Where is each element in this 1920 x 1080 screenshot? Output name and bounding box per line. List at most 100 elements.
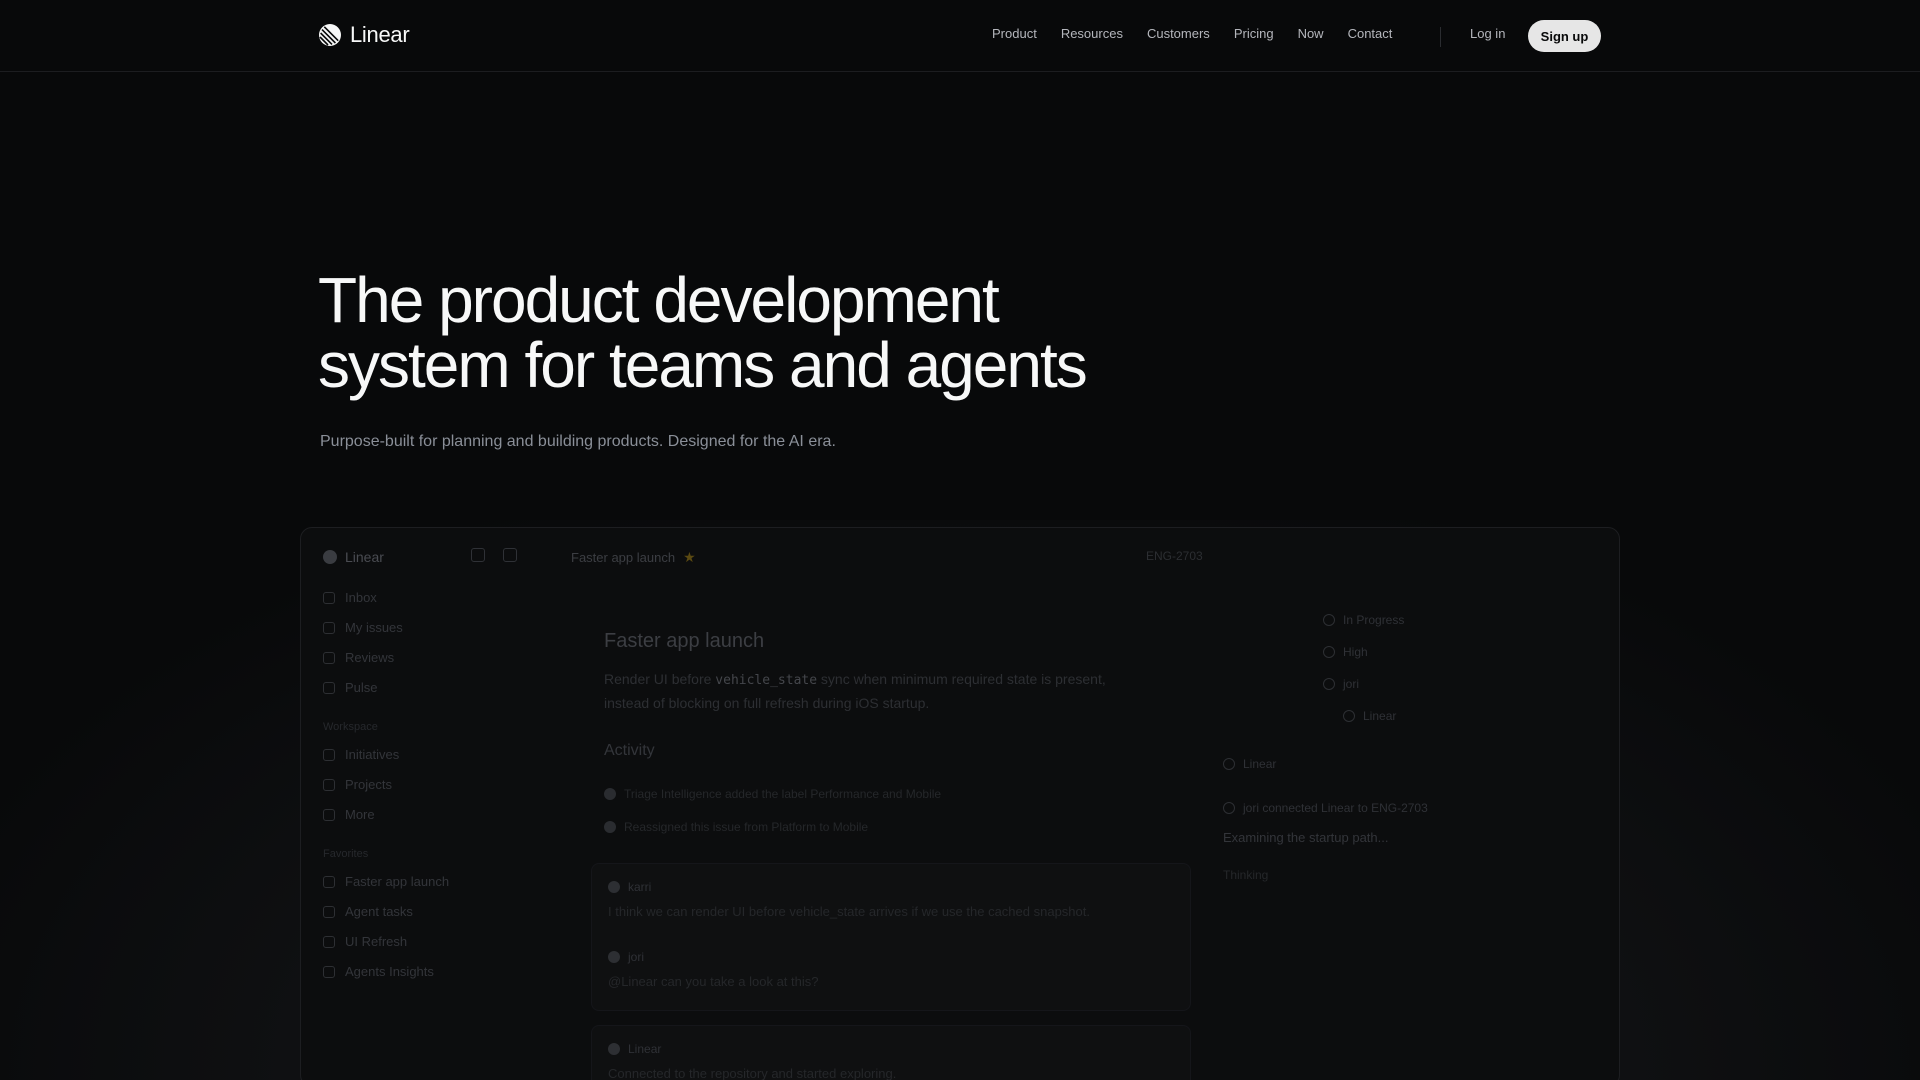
nav-resources[interactable]: Resources (1061, 26, 1123, 41)
workspace-switcher: Linear (323, 549, 384, 565)
agent-thinking: Thinking (1223, 868, 1269, 882)
sidebar-item-label: UI Refresh (345, 934, 408, 949)
issues-icon (323, 621, 335, 634)
sidebar-item-pulse: Pulse (323, 680, 378, 695)
avatar (1323, 678, 1335, 690)
issue-id: ENG-2703 (1146, 549, 1203, 563)
sidebar-item-label: More (345, 807, 375, 822)
pulse-icon (323, 681, 335, 694)
activity-line: Reassigned this issue from Platform to M… (604, 820, 868, 834)
comment-text: I think we can render UI before vehicle_… (608, 904, 1090, 919)
activity-heading: Activity (604, 742, 655, 759)
nav-now[interactable]: Now (1298, 26, 1324, 41)
avatar (604, 821, 616, 833)
search-icon (471, 548, 485, 562)
issue-tab: Faster app launch ★ (571, 549, 696, 566)
activity-line: Triage Intelligence added the label Perf… (604, 787, 941, 801)
sidebar-actions (471, 548, 517, 562)
sidebar-group-workspace: Workspace (323, 721, 378, 733)
comment-author: Linear (628, 1042, 662, 1056)
login-link[interactable]: Log in (1470, 26, 1505, 41)
agent-name: Linear (1243, 757, 1277, 771)
agent-icon (1223, 758, 1235, 770)
sidebar-favorite-agent-tasks: Agent tasks (323, 904, 413, 919)
sidebar-item-label: Projects (345, 777, 392, 792)
sidebar-favorite-agents-insights: Agents Insights (323, 964, 434, 979)
workspace-name: Linear (345, 549, 384, 565)
status-icon (1323, 614, 1335, 626)
property-value: High (1343, 645, 1368, 659)
comment-author: jori (628, 950, 645, 964)
nav-pricing[interactable]: Pricing (1234, 26, 1274, 41)
agent-connected-line: jori connected Linear to ENG-2703 (1223, 801, 1428, 815)
issue-view: Faster app launch ★ ENG-2703 Faster app … (541, 528, 1619, 1080)
agent-line-text: jori connected Linear to ENG-2703 (1243, 801, 1428, 815)
tab-title: Faster app launch (571, 550, 676, 565)
avatar (608, 881, 620, 893)
initiatives-icon (323, 748, 335, 761)
project-icon (323, 965, 335, 978)
desc-text: Render UI before (604, 671, 716, 687)
workspace-avatar (323, 550, 337, 564)
hero-title: The product development system for teams… (318, 264, 1088, 401)
priority-icon (1323, 646, 1335, 658)
app-preview: Linear Inbox My issues Reviews Pulse Wor… (300, 527, 1620, 1080)
sidebar-item-label: Pulse (345, 680, 378, 695)
sidebar-item-projects: Projects (323, 777, 392, 792)
signup-button[interactable]: Sign up (1528, 20, 1601, 52)
activity-text: Reassigned this issue from Platform to M… (624, 820, 869, 834)
sidebar-item-inbox: Inbox (323, 590, 377, 605)
sidebar-item-my-issues: My issues (323, 620, 403, 635)
reviews-icon (323, 651, 335, 664)
site-header: Linear Product Resources Customers Prici… (0, 0, 1920, 72)
avatar (1223, 802, 1235, 814)
nav-customers[interactable]: Customers (1147, 26, 1210, 41)
brand-logo[interactable]: Linear (318, 22, 410, 48)
comment-author-row: jori (608, 950, 644, 964)
nav-contact[interactable]: Contact (1348, 26, 1393, 41)
property-value: jori (1343, 677, 1360, 691)
more-icon (323, 808, 335, 821)
agent-header: Linear (1223, 757, 1276, 771)
property-value: In Progress (1343, 613, 1405, 627)
sidebar-group-favorites: Favorites (323, 848, 369, 860)
project-icon (323, 935, 335, 948)
sidebar-item-label: Inbox (345, 590, 377, 605)
comment-thread: karri I think we can render UI before ve… (591, 863, 1191, 1011)
issue-description: Render UI before vehicle_state sync when… (604, 668, 1144, 714)
nav-product[interactable]: Product (992, 26, 1037, 41)
brand-name: Linear (350, 22, 410, 47)
sidebar-item-label: Faster app launch (345, 874, 450, 889)
desc-code: vehicle_state (715, 673, 818, 688)
compose-icon (503, 548, 517, 562)
sidebar-item-label: Reviews (345, 650, 395, 665)
preview-sidebar: Linear Inbox My issues Reviews Pulse Wor… (301, 528, 541, 1080)
sidebar-item-label: Initiatives (345, 747, 400, 762)
avatar (604, 788, 616, 800)
nav-divider (1440, 27, 1441, 47)
comment-thread: Linear Connected to the repository and s… (591, 1025, 1191, 1080)
agent-status: Examining the startup path... (1223, 830, 1389, 845)
comment-text: Connected to the repository and started … (608, 1066, 897, 1080)
sidebar-item-reviews: Reviews (323, 650, 394, 665)
sidebar-item-initiatives: Initiatives (323, 747, 399, 762)
project-icon (323, 875, 335, 888)
avatar (608, 951, 620, 963)
activity-text: Triage Intelligence added the label Perf… (624, 787, 942, 801)
agent-icon (1343, 710, 1355, 722)
property-value: Linear (1363, 709, 1397, 723)
inbox-icon (323, 591, 335, 604)
sidebar-item-label: My issues (345, 620, 403, 635)
star-icon: ★ (683, 549, 696, 565)
hero-subtitle: Purpose-built for planning and building … (320, 433, 836, 450)
property-assignee: jori (1323, 677, 1359, 691)
comment-author-row: karri (608, 880, 651, 894)
sidebar-item-more: More (323, 807, 375, 822)
project-icon (323, 905, 335, 918)
issue-title: Faster app launch (604, 630, 765, 652)
comment-author: karri (628, 880, 652, 894)
comment-text: @Linear can you take a look at this? (608, 974, 819, 989)
sidebar-favorite-ui-refresh: UI Refresh (323, 934, 407, 949)
projects-icon (323, 778, 335, 791)
sidebar-item-label: Agent tasks (345, 904, 413, 919)
